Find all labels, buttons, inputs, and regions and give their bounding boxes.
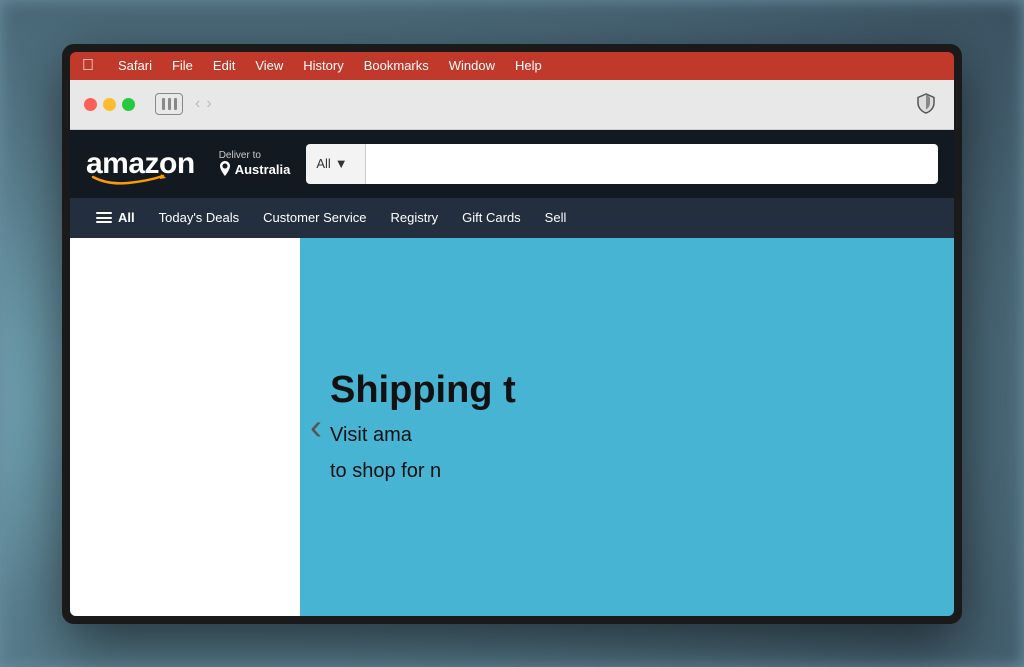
shield-icon[interactable] <box>912 90 940 118</box>
browser-toolbar: ‹ › <box>70 80 954 130</box>
menu-safari[interactable]: Safari <box>118 58 152 73</box>
hamburger-icon <box>96 212 112 223</box>
chevron-down-icon: ▼ <box>335 156 348 171</box>
menu-window[interactable]: Window <box>449 58 495 73</box>
traffic-lights <box>84 98 135 111</box>
nav-sell[interactable]: Sell <box>535 204 577 231</box>
search-input[interactable] <box>366 144 938 184</box>
deliver-to-section[interactable]: Deliver to Australia <box>219 150 291 177</box>
amazon-smile-arrow <box>88 173 168 185</box>
amazon-header: amazon Deliver to Australia All ▼ <box>70 130 954 198</box>
search-bar[interactable]: All ▼ <box>306 144 938 184</box>
nav-customer-service[interactable]: Customer Service <box>253 204 376 231</box>
back-button[interactable]: ‹ <box>195 95 200 113</box>
sidebar-toggle-button[interactable] <box>155 93 183 115</box>
deliver-to-label: Deliver to <box>219 150 291 161</box>
search-category-select[interactable]: All ▼ <box>306 144 366 184</box>
hero-text-area: Shipping t Visit ama to shop for n <box>300 238 954 616</box>
hero-content-area: ‹ Shipping t Visit ama to shop for n <box>70 238 954 616</box>
amazon-nav-bar: All Today's Deals Customer Service Regis… <box>70 198 954 238</box>
amazon-logo[interactable]: amazon <box>86 147 195 181</box>
forward-button[interactable]: › <box>206 95 211 113</box>
nav-all-button[interactable]: All <box>86 204 145 231</box>
hero-title: Shipping t <box>330 368 924 414</box>
menu-history[interactable]: History <box>303 58 343 73</box>
menu-bookmarks[interactable]: Bookmarks <box>364 58 429 73</box>
close-button[interactable] <box>84 98 97 111</box>
sidebar-panel <box>70 238 300 616</box>
menu-help[interactable]: Help <box>515 58 542 73</box>
carousel-prev-button[interactable]: ‹ <box>310 406 322 448</box>
hero-subtitle-line2: to shop for n <box>330 457 924 485</box>
menu-file[interactable]: File <box>172 58 193 73</box>
minimize-button[interactable] <box>103 98 116 111</box>
apple-menu[interactable]:  <box>82 57 94 75</box>
menu-edit[interactable]: Edit <box>213 58 235 73</box>
nav-todays-deals[interactable]: Today's Deals <box>149 204 250 231</box>
menu-view[interactable]: View <box>255 58 283 73</box>
nav-arrows: ‹ › <box>195 95 212 113</box>
deliver-to-location: Australia <box>219 161 291 177</box>
maximize-button[interactable] <box>122 98 135 111</box>
nav-registry[interactable]: Registry <box>380 204 448 231</box>
mac-menu-bar:  Safari File Edit View History Bookmark… <box>70 52 954 80</box>
hero-subtitle-line1: Visit ama <box>330 421 924 449</box>
monitor-frame:  Safari File Edit View History Bookmark… <box>62 44 962 624</box>
browser-window:  Safari File Edit View History Bookmark… <box>70 52 954 616</box>
nav-gift-cards[interactable]: Gift Cards <box>452 204 531 231</box>
